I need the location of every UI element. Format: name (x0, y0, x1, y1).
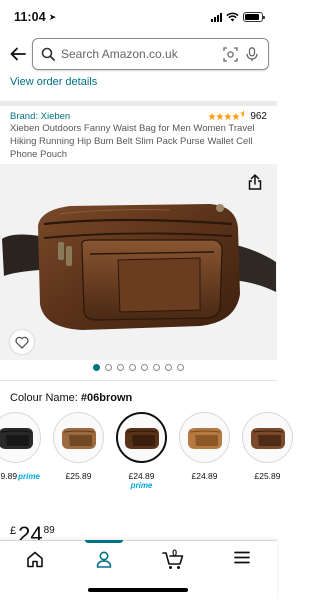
selected-colour: #06brown (80, 392, 133, 404)
price-currency: £ (10, 525, 17, 537)
swatch-image (242, 412, 293, 463)
colour-swatch[interactable]: £24.89 prime (116, 412, 167, 502)
wifi-icon (226, 12, 239, 22)
microphone-icon[interactable] (244, 46, 260, 62)
colour-swatches: £19.89prime£25.89£24.89prime£24.89£25.89 (0, 412, 293, 502)
cart-count: 0 (172, 548, 178, 558)
swatch-image (116, 412, 167, 463)
brand-link[interactable]: Brand: Xieben (10, 111, 70, 122)
divider (0, 380, 277, 381)
rating-count: 962 (250, 110, 267, 122)
battery-icon (243, 12, 265, 22)
carousel-dot[interactable] (177, 364, 184, 371)
colour-swatch[interactable]: £25.89 (242, 412, 293, 502)
colour-label-text: Colour Name: (10, 392, 78, 404)
location-arrow-icon: ➤ (48, 11, 57, 22)
nav-home[interactable] (0, 541, 69, 600)
search-input[interactable] (61, 47, 216, 61)
back-arrow-icon[interactable] (8, 47, 27, 61)
prime-badge: prime (130, 481, 153, 490)
battery-level (245, 14, 260, 20)
carousel-dot[interactable] (165, 364, 172, 371)
carousel-dot[interactable] (141, 364, 148, 371)
colour-swatch[interactable]: £25.89 (53, 412, 104, 502)
product-title: Xieben Outdoors Fanny Waist Bag for Men … (10, 123, 255, 160)
swatch-price: £25.89 (66, 471, 92, 481)
swatch-price-value: £25.89 (65, 471, 92, 481)
section-divider (0, 101, 277, 106)
swatch-image (53, 412, 104, 463)
swatch-price-value: £19.89 (0, 471, 18, 481)
nav-menu[interactable] (208, 541, 277, 600)
carousel-pagination (0, 364, 277, 371)
bottom-nav: 0 (0, 540, 277, 600)
price-fraction: 89 (43, 525, 55, 536)
view-order-details-link[interactable]: View order details (10, 76, 97, 88)
swatch-price-value: £24.89 (191, 471, 218, 481)
search-header (0, 34, 277, 74)
search-icon (41, 47, 55, 61)
star-rating-icon: ★★★★★ (207, 109, 245, 123)
status-icons (211, 12, 265, 22)
swatch-image (179, 412, 230, 463)
swatch-price: £25.89 (255, 471, 281, 481)
search-box[interactable] (32, 38, 269, 70)
hamburger-menu-icon (234, 551, 251, 564)
rating[interactable]: ★★★★★ 962 (207, 109, 267, 123)
product-image (2, 204, 276, 330)
prime-badge: prime (18, 472, 40, 481)
carousel-dot[interactable] (93, 364, 100, 371)
cellular-signal-icon (211, 12, 222, 22)
status-bar: 11:04 ➤ (0, 0, 277, 34)
carousel-dot[interactable] (129, 364, 136, 371)
share-icon (248, 174, 262, 190)
colour-swatch[interactable]: £19.89prime (0, 412, 41, 502)
wishlist-button[interactable] (10, 330, 34, 354)
home-icon (26, 551, 43, 568)
swatch-image (0, 412, 41, 463)
colour-swatch[interactable]: £24.89 (179, 412, 230, 502)
carousel-dot[interactable] (153, 364, 160, 371)
carousel-dot[interactable] (105, 364, 112, 371)
swatch-price: £24.89 (192, 471, 218, 481)
swatch-price-value: £25.89 (254, 471, 281, 481)
swatch-price: £19.89prime (0, 471, 40, 481)
heart-icon (15, 336, 29, 349)
swatch-price-value: £24.89 (128, 471, 155, 481)
share-button[interactable] (243, 170, 267, 194)
carousel-dot[interactable] (117, 364, 124, 371)
account-icon (96, 551, 112, 568)
brand-rating-row: Brand: Xieben ★★★★★ 962 (10, 109, 267, 123)
colour-name-label: Colour Name: #06brown (10, 392, 132, 404)
home-indicator (88, 588, 188, 592)
product-image-carousel[interactable] (0, 164, 277, 360)
swatch-price: £24.89 (129, 471, 155, 481)
camera-scan-icon[interactable] (222, 46, 238, 62)
status-time: 11:04 (14, 10, 46, 24)
